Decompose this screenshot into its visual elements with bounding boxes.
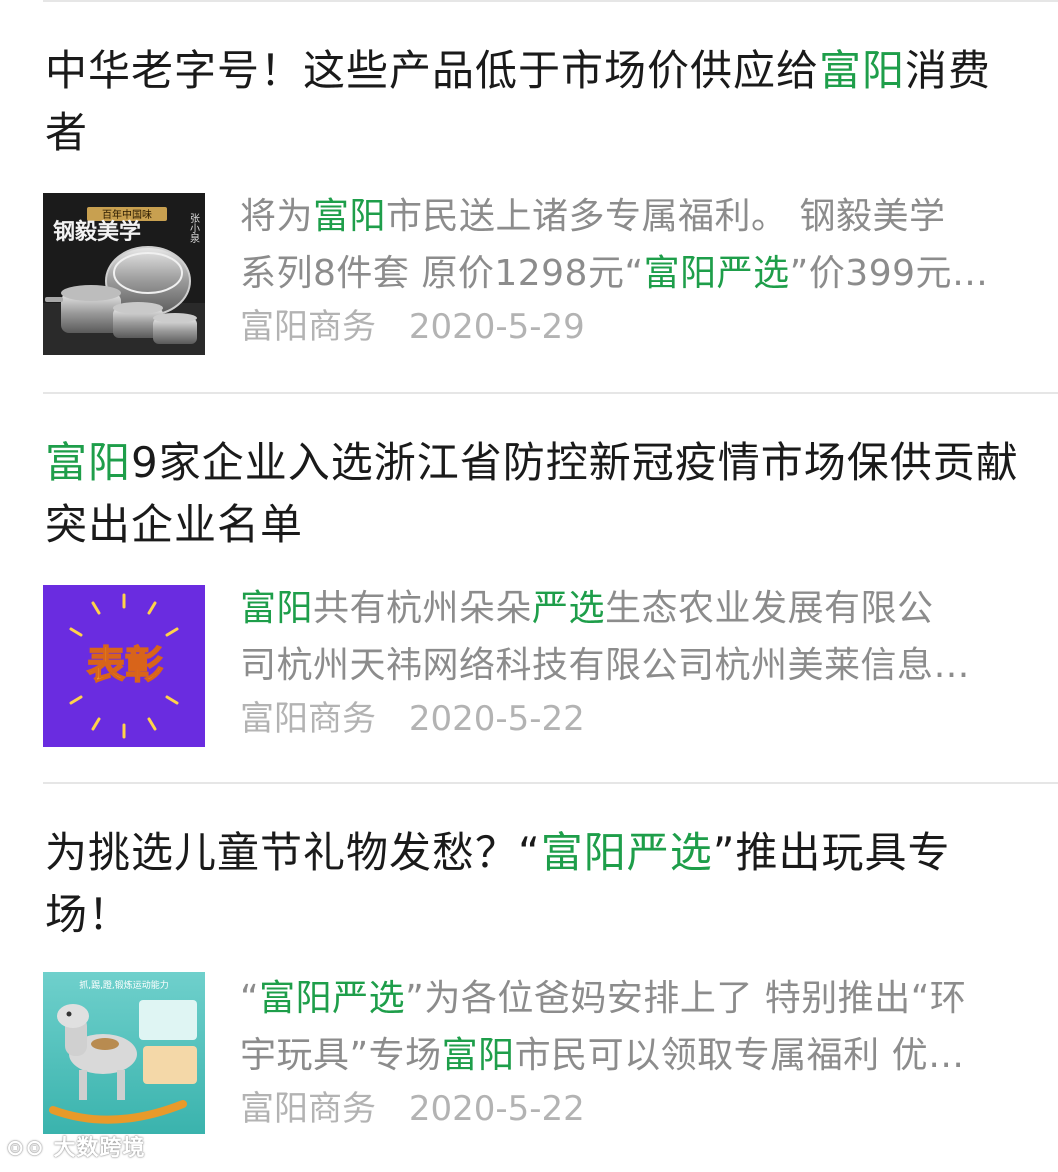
watermark-text: 大数跨境: [53, 1136, 146, 1161]
keyword-highlight: 富阳: [45, 438, 132, 487]
article-date: 2020-5-22: [408, 1089, 585, 1129]
watermark-logo: ⊙⊙ 大数跨境: [6, 1130, 146, 1162]
rocking-horse-toy-thumbnail[interactable]: 抓,踢,蹬,锻炼运动能力: [43, 972, 205, 1134]
commendation-text: 表彰: [87, 643, 163, 687]
article-source[interactable]: 富阳商务: [240, 307, 376, 347]
summary-line: 系列8件套 原价1298元“富阳严选”价399元…: [240, 253, 989, 294]
article-title[interactable]: 富阳9家企业入选浙江省防控新冠疫情市场保供贡献突出企业名单: [45, 432, 1030, 556]
summary-line: 宇玩具”专场富阳市民可以领取专属福利 优…: [240, 1035, 965, 1076]
article-source[interactable]: 富阳商务: [240, 1089, 376, 1129]
watermark-icon: ⊙⊙: [6, 1136, 45, 1161]
article-meta: 富阳商务 2020-5-29: [240, 304, 585, 350]
article-item[interactable]: 为挑选儿童节礼物发愁？“富阳严选”推出玩具专场！ 抓,踢,蹬,锻炼运动能力 “富…: [0, 782, 1058, 1172]
article-item[interactable]: 富阳9家企业入选浙江省防控新冠疫情市场保供贡献突出企业名单 表彰 富阳共有杭州朵…: [0, 392, 1058, 782]
summary-line: 司杭州天祎网络科技有限公司杭州美莱信息…: [240, 645, 971, 686]
thumb-title-text: 钢毅美学: [53, 219, 141, 245]
article-meta: 富阳商务 2020-5-22: [240, 696, 585, 742]
article-title[interactable]: 为挑选儿童节礼物发愁？“富阳严选”推出玩具专场！: [45, 822, 1030, 946]
article-summary: “富阳严选”为各位爸妈安排上了 特别推出“环 宇玩具”专场富阳市民可以领取专属福…: [240, 970, 1030, 1084]
article-date: 2020-5-29: [408, 307, 585, 347]
keyword-highlight: 富阳严选: [643, 253, 790, 294]
article-item[interactable]: 中华老字号！这些产品低于市场价供应给富阳消费者 百年中国味 钢毅美学 张小泉 将…: [0, 0, 1058, 390]
article-date: 2020-5-22: [408, 699, 585, 739]
thumb-brand-text: 张小泉: [188, 213, 200, 243]
toy-banner-text: 抓,踢,蹬,锻炼运动能力: [79, 979, 169, 991]
cookware-set-thumbnail[interactable]: 百年中国味 钢毅美学 张小泉: [43, 193, 205, 355]
keyword-highlight: 富阳: [313, 196, 387, 237]
keyword-highlight: 富阳: [240, 588, 314, 629]
keyword-highlight: 严选: [532, 588, 606, 629]
article-summary: 将为富阳市民送上诸多专属福利。 钢毅美学 系列8件套 原价1298元“富阳严选”…: [240, 188, 1030, 302]
article-title[interactable]: 中华老字号！这些产品低于市场价供应给富阳消费者: [45, 40, 1030, 164]
article-summary: 富阳共有杭州朵朵严选生态农业发展有限公 司杭州天祎网络科技有限公司杭州美莱信息…: [240, 580, 1030, 694]
inset-photo: [139, 1000, 197, 1040]
commendation-thumbnail[interactable]: 表彰: [43, 585, 205, 747]
keyword-highlight: 富阳: [819, 46, 906, 95]
summary-line: “富阳严选”为各位爸妈安排上了 特别推出“环: [240, 978, 967, 1019]
article-source[interactable]: 富阳商务: [240, 699, 376, 739]
keyword-highlight: 富阳: [441, 1035, 515, 1076]
keyword-highlight: 富阳严选: [540, 828, 713, 877]
keyword-highlight: 富阳严选: [259, 978, 406, 1019]
summary-line: 将为富阳市民送上诸多专属福利。 钢毅美学: [240, 196, 946, 237]
summary-line: 富阳共有杭州朵朵严选生态农业发展有限公: [240, 588, 934, 629]
article-meta: 富阳商务 2020-5-22: [240, 1086, 585, 1132]
